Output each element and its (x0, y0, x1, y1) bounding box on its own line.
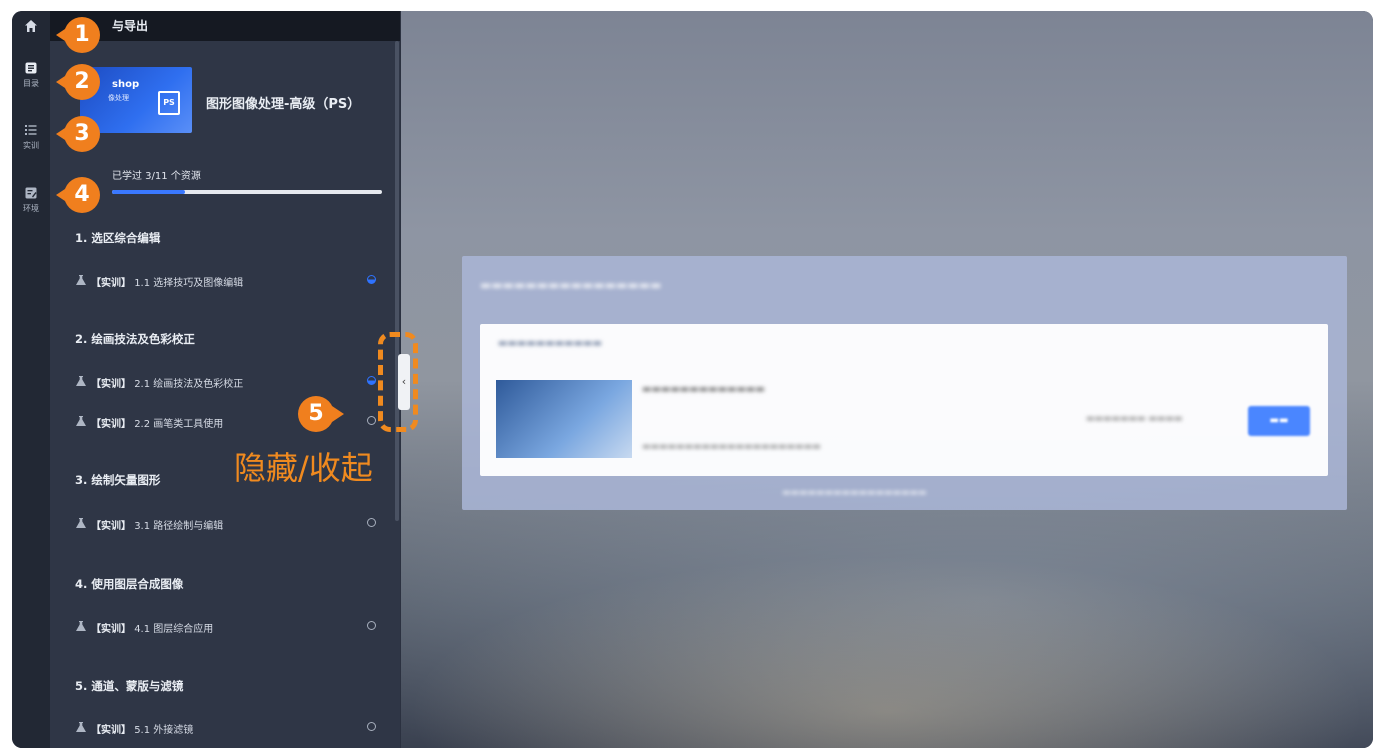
callout-number: 3 (64, 116, 100, 152)
lesson-name: 1.1 选择技巧及图像编辑 (134, 278, 244, 289)
edit-icon (25, 187, 37, 199)
callout-1: 1 (56, 17, 100, 57)
lesson-item[interactable]: 【实训】 5.1 外接滤镜 (75, 719, 376, 737)
section-title: 3. 绘制矢量图形 (75, 473, 161, 487)
status-half-icon (367, 376, 376, 385)
home-icon (25, 20, 37, 32)
callout-3: 3 (56, 116, 100, 156)
rail-home[interactable] (12, 19, 50, 33)
lesson-item[interactable]: 【实训】 3.1 路径绘制与编辑 (75, 515, 376, 533)
app-window: 目录 实训 环境 与导出 shop 像处理 PS 图形图像处理-高级（PS） 已… (12, 11, 1373, 748)
collapse-callout-label: 隐藏/收起 (234, 449, 373, 487)
callout-number: 1 (64, 17, 100, 53)
rail-item-label: 实训 (23, 141, 39, 150)
flask-icon (76, 275, 86, 285)
lesson-name: 5.1 外接滤镜 (134, 725, 194, 736)
start-button[interactable]: ▬▬ (1248, 406, 1310, 436)
section-title: 1. 选区综合编辑 (75, 231, 161, 245)
progress-bar (112, 190, 382, 194)
card-tip-blurred: ▬▬▬▬▬▬▬▬▬▬▬ (498, 338, 602, 349)
environment-dialog: ▬▬▬▬▬▬▬▬▬▬▬▬▬▬▬▬ ▬▬▬▬▬▬▬▬▬▬▬ ▬▬▬▬▬▬▬▬▬▬▬… (462, 256, 1347, 510)
environment-card: ▬▬▬▬▬▬▬▬▬▬▬ ▬▬▬▬▬▬▬▬▬▬▬▬▬ ▬▬▬▬▬▬▬▬▬▬▬▬▬▬… (480, 324, 1328, 476)
flask-icon (76, 376, 86, 386)
rail-item-environment[interactable]: 环境 (12, 186, 50, 214)
thumbnail-word: shop (112, 79, 140, 90)
callout-5: 5 (298, 396, 344, 436)
course-panel: 与导出 shop 像处理 PS 图形图像处理-高级（PS） 已学过 3/11 个… (50, 11, 400, 748)
callout-number: 2 (64, 64, 100, 100)
lesson-item[interactable]: 【实训】 2.1 绘画技法及色彩校正 (75, 373, 376, 391)
environment-meta-blurred: ▬▬▬▬▬▬▬ ▬▬▬▬ (1086, 414, 1183, 424)
flask-icon (76, 416, 86, 426)
callout-4: 4 (56, 177, 100, 217)
section-title: 2. 绘画技法及色彩校正 (75, 332, 195, 346)
callout-number: 4 (64, 177, 100, 213)
rail-item-label: 目录 (23, 79, 39, 88)
icon-rail: 目录 实训 环境 (12, 11, 51, 748)
ps-logo-icon: PS (158, 91, 180, 115)
progress-fill (112, 190, 185, 194)
thumbnail-sub: 像处理 (108, 94, 129, 102)
lesson-tag: 【实训】 (91, 419, 131, 430)
document-icon (25, 62, 37, 74)
status-empty-icon (367, 621, 376, 630)
windows-thumbnail (496, 380, 632, 458)
callout-number: 5 (298, 396, 334, 432)
dialog-title-blurred: ▬▬▬▬▬▬▬▬▬▬▬▬▬▬▬▬ (480, 278, 662, 292)
environment-desc-blurred: ▬▬▬▬▬▬▬▬▬▬▬▬▬▬▬▬▬▬▬▬▬ (642, 442, 821, 452)
progress-label: 已学过 3/11 个资源 (112, 171, 201, 182)
lesson-name: 2.1 绘画技法及色彩校正 (134, 379, 244, 390)
lesson-tag: 【实训】 (91, 521, 131, 532)
status-half-icon (367, 275, 376, 284)
lesson-name: 2.2 画笔类工具使用 (134, 419, 224, 430)
panel-header-title: 与导出 (50, 11, 400, 41)
flask-icon (76, 722, 86, 732)
dialog-footer-blurred: ▬▬▬▬▬▬▬▬▬▬▬▬▬▬▬▬▬ (782, 488, 927, 498)
list-icon (25, 125, 37, 135)
status-empty-icon (367, 722, 376, 731)
lesson-item[interactable]: 【实训】 1.1 选择技巧及图像编辑 (75, 272, 376, 290)
lesson-tag: 【实训】 (91, 278, 131, 289)
main-content: ▬▬▬▬▬▬▬▬▬▬▬▬▬▬▬▬ ▬▬▬▬▬▬▬▬▬▬▬ ▬▬▬▬▬▬▬▬▬▬▬… (401, 11, 1373, 748)
lesson-tag: 【实训】 (91, 725, 131, 736)
rail-item-training[interactable]: 实训 (12, 123, 50, 151)
status-empty-icon (367, 416, 376, 425)
rail-item-catalog[interactable]: 目录 (12, 61, 50, 89)
section-title: 4. 使用图层合成图像 (75, 577, 184, 591)
lesson-name: 3.1 路径绘制与编辑 (134, 521, 224, 532)
environment-name-blurred: ▬▬▬▬▬▬▬▬▬▬▬▬▬ (642, 384, 765, 395)
lesson-tag: 【实训】 (91, 379, 131, 390)
lesson-name: 4.1 图层综合应用 (134, 624, 214, 635)
panel-scrollbar[interactable] (395, 41, 399, 521)
status-empty-icon (367, 518, 376, 527)
lesson-item[interactable]: 【实训】 4.1 图层综合应用 (75, 618, 376, 636)
flask-icon (76, 518, 86, 528)
callout-2: 2 (56, 64, 100, 104)
course-title: 图形图像处理-高级（PS） (206, 97, 361, 112)
section-title: 5. 通道、蒙版与滤镜 (75, 679, 184, 693)
lesson-tag: 【实训】 (91, 624, 131, 635)
flask-icon (76, 621, 86, 631)
rail-item-label: 环境 (23, 204, 39, 213)
collapse-highlight-box (378, 332, 418, 432)
